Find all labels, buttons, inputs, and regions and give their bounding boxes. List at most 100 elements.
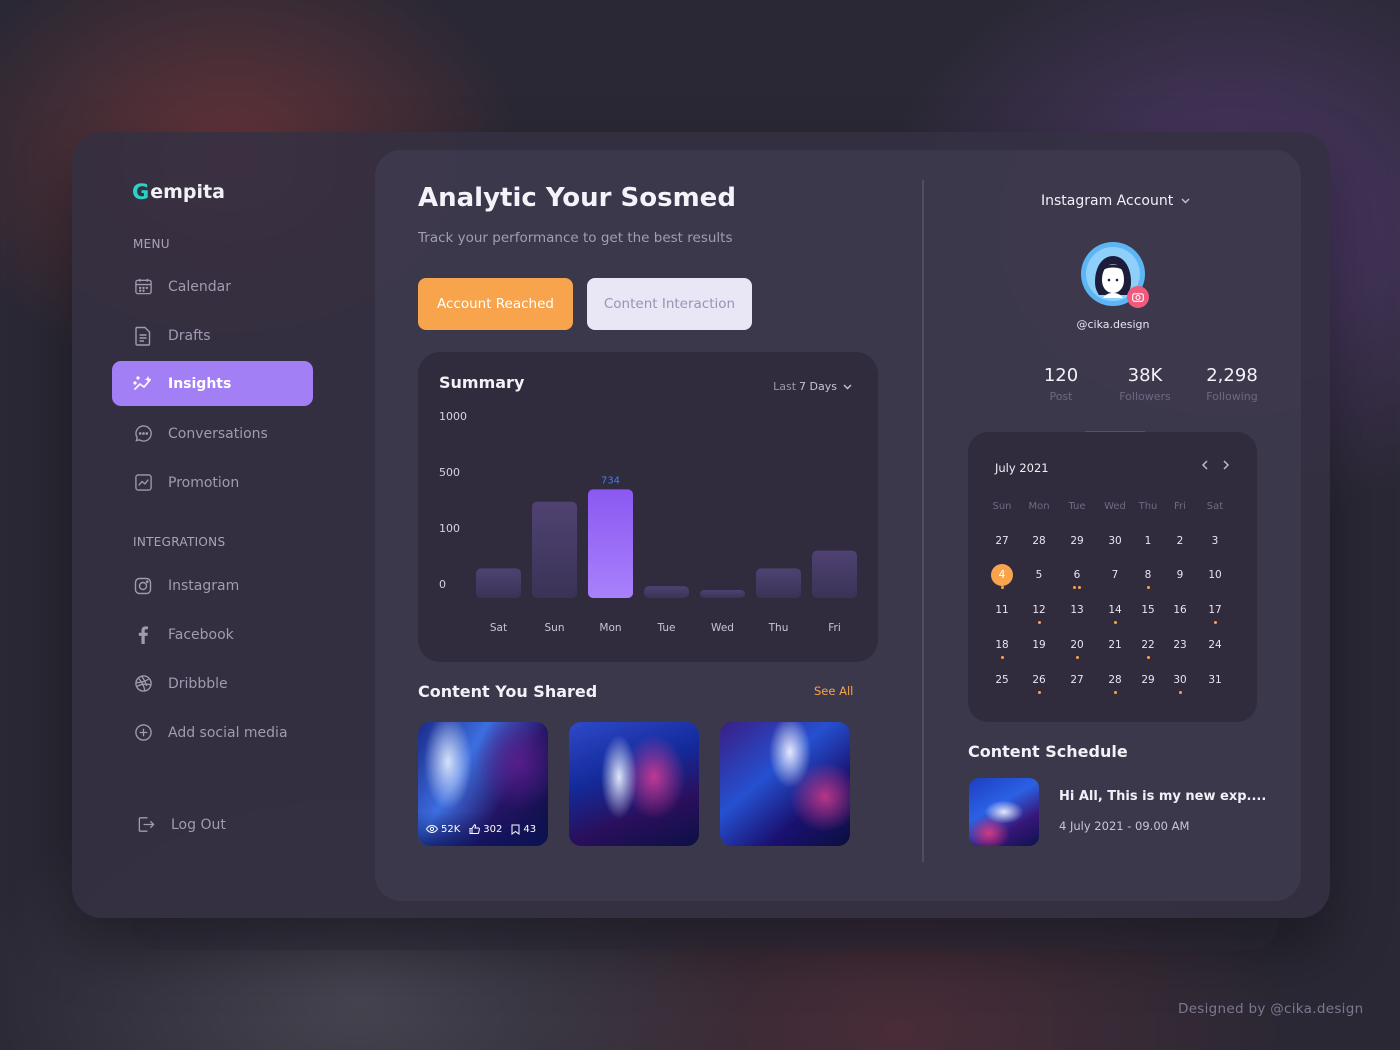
day-number: 29 xyxy=(1070,535,1084,547)
calendar-day[interactable]: 24 xyxy=(1198,633,1232,657)
menu-section-label: MENU xyxy=(133,237,170,251)
calendar-day[interactable]: 21 xyxy=(1098,633,1132,657)
calendar-day[interactable]: 3 xyxy=(1198,529,1232,553)
calendar-day[interactable]: 19 xyxy=(1022,633,1056,657)
sidebar-item-calendar[interactable]: Calendar xyxy=(112,264,313,309)
x-tick-label: Mon xyxy=(599,622,621,634)
calendar-day[interactable]: 10 xyxy=(1198,563,1232,587)
day-number: 30 xyxy=(1173,674,1187,686)
see-all-link[interactable]: See All xyxy=(814,684,853,698)
avatar[interactable] xyxy=(1081,242,1149,308)
designer-credit: Designed by @cika.design xyxy=(1178,1001,1364,1017)
sidebar-item-insights[interactable]: Insights xyxy=(112,361,313,406)
calendar-day[interactable]: 23 xyxy=(1163,633,1197,657)
logo-text: empita xyxy=(150,181,225,203)
calendar-day[interactable]: 4 xyxy=(985,563,1019,589)
calendar-day[interactable]: 27 xyxy=(985,529,1019,553)
calendar-day[interactable]: 2 xyxy=(1163,529,1197,553)
eye-icon xyxy=(426,825,438,833)
event-dot xyxy=(1000,656,1004,659)
calendar-day[interactable]: 26 xyxy=(1022,668,1056,694)
following-count: 2,298 xyxy=(1206,365,1258,386)
calendar-day[interactable]: 30 xyxy=(1098,529,1132,553)
shared-content-thumbnail[interactable]: 52K 302 43 xyxy=(418,722,548,846)
weekday-label: Sun xyxy=(992,501,1012,512)
calendar-day[interactable]: 8 xyxy=(1131,563,1165,589)
account-dropdown[interactable]: Instagram Account xyxy=(1041,193,1190,209)
calendar-day[interactable]: 14 xyxy=(1098,598,1132,624)
dribbble-icon xyxy=(132,673,154,695)
tab-account-reached[interactable]: Account Reached xyxy=(418,278,573,330)
event-dots xyxy=(1198,619,1232,624)
range-value: 7 Days xyxy=(799,380,837,393)
calendar-day[interactable]: 29 xyxy=(1131,668,1165,692)
calendar-day[interactable]: 13 xyxy=(1060,598,1094,622)
day-number: 21 xyxy=(1108,639,1122,651)
chevron-left-icon[interactable] xyxy=(1201,458,1209,474)
calendar-day[interactable]: 16 xyxy=(1163,598,1197,622)
calendar-day[interactable]: 9 xyxy=(1163,563,1197,587)
event-dot xyxy=(1178,691,1182,694)
day-number: 15 xyxy=(1141,604,1155,616)
calendar-day[interactable]: 7 xyxy=(1098,563,1132,587)
calendar-day[interactable]: 22 xyxy=(1131,633,1165,659)
tab-content-interaction[interactable]: Content Interaction xyxy=(587,278,752,330)
calendar-day[interactable]: 1 xyxy=(1131,529,1165,553)
calendar-day[interactable]: 5 xyxy=(1022,563,1056,587)
calendar-day[interactable]: 17 xyxy=(1198,598,1232,624)
event-dot xyxy=(1146,656,1150,659)
sidebar-item-instagram[interactable]: Instagram xyxy=(112,563,313,608)
calendar-day[interactable]: 29 xyxy=(1060,529,1094,553)
sidebar-item-label: Insights xyxy=(168,375,232,392)
scheduled-content-caption[interactable]: Hi All, This is my new exp.... xyxy=(1059,789,1266,804)
calendar-day[interactable]: 28 xyxy=(1098,668,1132,694)
calendar-day[interactable]: 15 xyxy=(1131,598,1165,622)
bar-fri xyxy=(812,550,857,598)
logo-mark: G xyxy=(132,180,150,204)
calendar-day[interactable]: 25 xyxy=(985,668,1019,692)
sidebar-item-dribbble[interactable]: Dribbble xyxy=(112,661,313,706)
event-dots xyxy=(985,654,1019,659)
day-number: 2 xyxy=(1176,535,1184,547)
content-schedule-title: Content Schedule xyxy=(968,742,1128,761)
calendar-icon xyxy=(132,276,154,298)
logout-button[interactable]: Log Out xyxy=(115,802,316,847)
calendar-day[interactable]: 28 xyxy=(1022,529,1056,553)
weekday-label: Wed xyxy=(1104,501,1126,512)
sidebar-item-promotion[interactable]: Promotion xyxy=(112,460,313,505)
content-shared-title: Content You Shared xyxy=(418,682,598,701)
sidebar-item-drafts[interactable]: Drafts xyxy=(112,313,313,358)
calendar-day[interactable]: 31 xyxy=(1198,668,1232,692)
app-logo[interactable]: G empita xyxy=(132,180,225,204)
sidebar-item-conversations[interactable]: Conversations xyxy=(112,411,313,456)
sidebar-item-add-social-media[interactable]: Add social media xyxy=(112,710,313,755)
chevron-right-icon[interactable] xyxy=(1222,458,1230,474)
day-number: 26 xyxy=(1032,674,1046,686)
y-tick-label: 0 xyxy=(439,578,446,591)
plus-circle-icon xyxy=(132,722,154,744)
calendar-day[interactable]: 27 xyxy=(1060,668,1094,692)
calendar-day[interactable]: 12 xyxy=(1022,598,1056,624)
day-number: 22 xyxy=(1141,639,1155,651)
event-dots xyxy=(985,584,1019,589)
shared-content-thumbnail[interactable] xyxy=(720,722,850,846)
day-number: 23 xyxy=(1173,639,1187,651)
calendar-day[interactable]: 20 xyxy=(1060,633,1094,659)
calendar-day[interactable]: 30 xyxy=(1163,668,1197,694)
day-number: 28 xyxy=(1108,674,1122,686)
sidebar-item-facebook[interactable]: Facebook xyxy=(112,612,313,657)
calendar-day[interactable]: 11 xyxy=(985,598,1019,622)
weekday-label: Sat xyxy=(1206,501,1224,512)
account-handle: @cika.design xyxy=(1076,318,1150,331)
scheduled-content-thumbnail[interactable] xyxy=(969,778,1039,846)
calendar-day[interactable]: 18 xyxy=(985,633,1019,659)
sparkle-chart-icon xyxy=(132,373,154,395)
day-number: 4 xyxy=(998,569,1006,581)
event-dots xyxy=(1022,689,1056,694)
shared-content-thumbnail[interactable] xyxy=(569,722,699,846)
sidebar: G empita MENU Calendar Drafts Insights C… xyxy=(72,132,372,918)
event-dot xyxy=(1075,656,1079,659)
range-dropdown[interactable]: Last 7 Days xyxy=(773,380,852,393)
event-dots xyxy=(1060,584,1094,589)
calendar-day[interactable]: 6 xyxy=(1060,563,1094,589)
